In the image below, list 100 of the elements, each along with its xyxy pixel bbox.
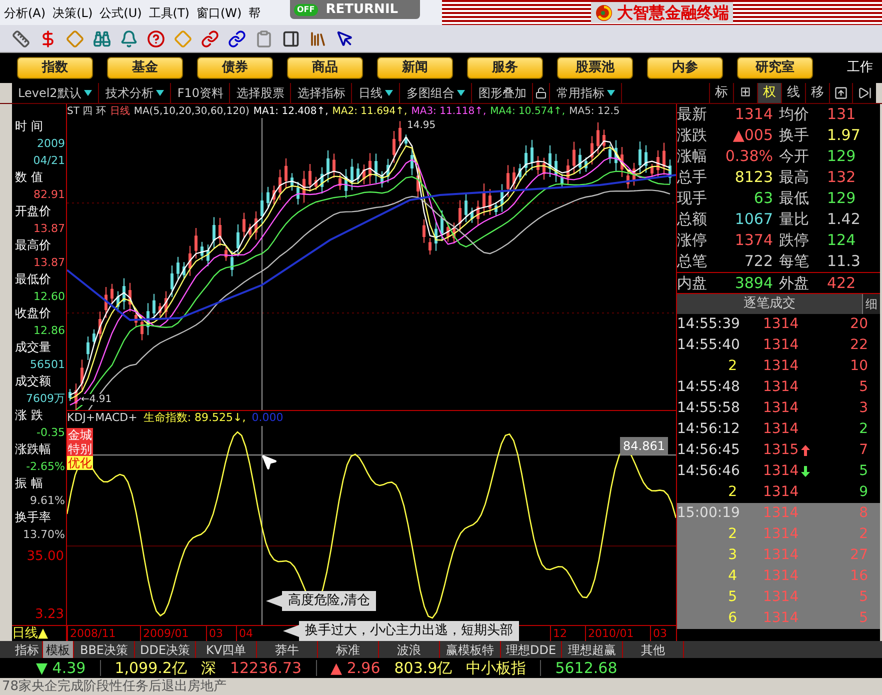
quote-value: 1.42 — [826, 209, 862, 230]
nav-button[interactable]: 指数 — [17, 57, 93, 79]
bottom-tab[interactable]: 模板 — [43, 641, 74, 658]
skip-icon[interactable] — [858, 86, 872, 100]
toolbar-tab[interactable]: Level2默认 — [12, 83, 100, 103]
ma-value: MA3: 11.118↑, — [411, 104, 486, 118]
quote-value: 1314 — [734, 104, 774, 126]
chart-period: 日线 — [110, 104, 130, 118]
nav-button[interactable]: 商品 — [287, 57, 363, 79]
quote-value: 131 — [826, 104, 857, 126]
info-label: 涨跌幅 — [14, 441, 52, 458]
info-value: 04/21 — [32, 153, 66, 169]
menu-item[interactable]: 工具(T) — [144, 4, 192, 22]
quote-value: 8123 — [734, 167, 774, 188]
quote-label: 总额 — [677, 209, 708, 230]
status-toast[interactable]: OFF RETURNIL — [290, 0, 420, 19]
quote-label: 每笔 — [779, 251, 810, 272]
indicator-value: 0.000 — [252, 410, 284, 426]
toolbar-tab[interactable]: 图形叠加 — [472, 83, 534, 103]
clipboard-icon[interactable] — [255, 30, 273, 48]
info-value: 7609万 — [25, 391, 66, 407]
link-icon[interactable] — [201, 30, 219, 48]
quote-value: 0.38% — [724, 146, 774, 168]
nav-link[interactable]: 工作 — [847, 58, 873, 78]
axis-label: 35.00 — [26, 548, 65, 566]
trade-row[interactable]: 14:55:58 1314 3 — [677, 398, 880, 419]
info-value: 2009 — [36, 136, 66, 152]
lock-icon[interactable] — [535, 87, 548, 99]
nav-button[interactable]: 内参 — [647, 57, 723, 79]
bell-icon[interactable] — [120, 30, 138, 48]
info-label: 成交量 — [14, 339, 52, 356]
info-value: 13.87 — [32, 255, 66, 271]
side-tab[interactable]: 细 — [862, 294, 880, 314]
trade-row[interactable]: 2 1314 2 — [677, 524, 880, 545]
toolbar-tab[interactable]: F10资料 — [171, 83, 230, 103]
quote-label: 最新 — [677, 104, 708, 126]
nav-button[interactable]: 股票池 — [557, 57, 633, 79]
ruler-icon[interactable] — [12, 30, 30, 48]
binoculars-icon[interactable] — [93, 30, 111, 48]
window-icon[interactable] — [282, 30, 300, 48]
view-tab[interactable]: 线 — [782, 83, 806, 103]
trade-row[interactable]: 5 1314 5 — [677, 587, 880, 608]
books-icon[interactable] — [309, 30, 327, 48]
toolbar-tab[interactable]: 选择指标 — [291, 83, 352, 103]
trade-row[interactable]: 14:55:40 1314 22 — [677, 335, 880, 356]
quote-value: 1067 — [734, 209, 774, 230]
info-value: 12.86 — [32, 323, 66, 339]
quote-label: 今开 — [779, 146, 810, 168]
panel-icon[interactable] — [834, 86, 848, 100]
menu-item[interactable]: 分析(A) — [0, 4, 49, 22]
price-mark: ←4.91 — [81, 394, 112, 405]
help-pointer-icon[interactable] — [336, 30, 354, 48]
menu-item[interactable]: 窗口(W) — [192, 4, 245, 22]
info-value: -2.65% — [25, 459, 66, 475]
nav-button[interactable]: 新闻 — [377, 57, 453, 79]
nav-button[interactable]: 服务 — [467, 57, 543, 79]
nav-button[interactable]: 债券 — [197, 57, 273, 79]
help-icon[interactable] — [147, 30, 165, 48]
strategy-badge: 特别 — [67, 442, 93, 456]
view-tab[interactable]: 移 — [806, 83, 830, 103]
status-item: 中小板指 — [466, 659, 526, 677]
trade-row[interactable]: 2 1314 10 — [677, 356, 880, 377]
toolbar-tab[interactable]: 技术分析 — [99, 83, 172, 103]
nav-button[interactable]: 基金 — [107, 57, 183, 79]
toolbar-tab[interactable]: 日线 — [352, 83, 400, 103]
trade-row[interactable]: 14:56:45 1315 7 — [677, 440, 880, 461]
quote-label: 跌停 — [779, 230, 810, 252]
trade-row[interactable]: 14:55:48 1314 5 — [677, 377, 880, 398]
quote-label: 现手 — [677, 188, 708, 210]
ma-value: MA4: 10.574↑, — [490, 104, 566, 118]
view-tab[interactable]: 权 — [758, 83, 782, 103]
tooltip-pointer-icon — [266, 595, 282, 607]
menu-item[interactable]: 帮 — [244, 4, 264, 22]
quote-label: 总手 — [677, 167, 708, 188]
toolbar-tab[interactable]: 常用指标 — [550, 83, 622, 103]
trade-row[interactable]: 4 1314 16 — [677, 566, 880, 587]
trade-row[interactable]: 14:56:46 1314 5 — [677, 461, 880, 482]
info-label: 最低价 — [14, 271, 52, 288]
link-icon[interactable] — [228, 30, 246, 48]
quote-value: 11.3 — [826, 251, 862, 272]
quote-label: 涨停 — [677, 230, 708, 252]
toolbar-tab[interactable]: 多图组合 — [400, 83, 472, 103]
trade-row[interactable]: 14:56:12 1314 2 — [677, 419, 880, 440]
menu-item[interactable]: 决策(L) — [48, 4, 96, 22]
trade-row[interactable]: 2 1314 9 — [677, 482, 880, 503]
quote-label: 量比 — [779, 209, 810, 230]
app-title: 大智慧金融终端 — [617, 2, 729, 24]
quote-label: 总笔 — [677, 251, 708, 272]
quote-value: 132 — [826, 167, 857, 188]
nav-button[interactable]: 研究室 — [737, 57, 813, 79]
trade-row[interactable]: 3 1314 27 — [677, 545, 880, 566]
trade-row[interactable]: 6 1314 5 — [677, 608, 880, 629]
info-label: 换手率 — [14, 509, 52, 526]
quote-label: 外盘 — [779, 272, 810, 294]
trade-row[interactable]: 14:55:39 1314 20 — [677, 314, 880, 335]
axis-label: 3.23 — [34, 606, 65, 624]
stock-name: ST 四 环 — [67, 104, 106, 118]
view-tab[interactable]: 标 — [710, 83, 734, 103]
toolbar-tab[interactable]: 选择股票 — [230, 83, 292, 103]
menu-item[interactable]: 公式(U) — [96, 4, 145, 22]
